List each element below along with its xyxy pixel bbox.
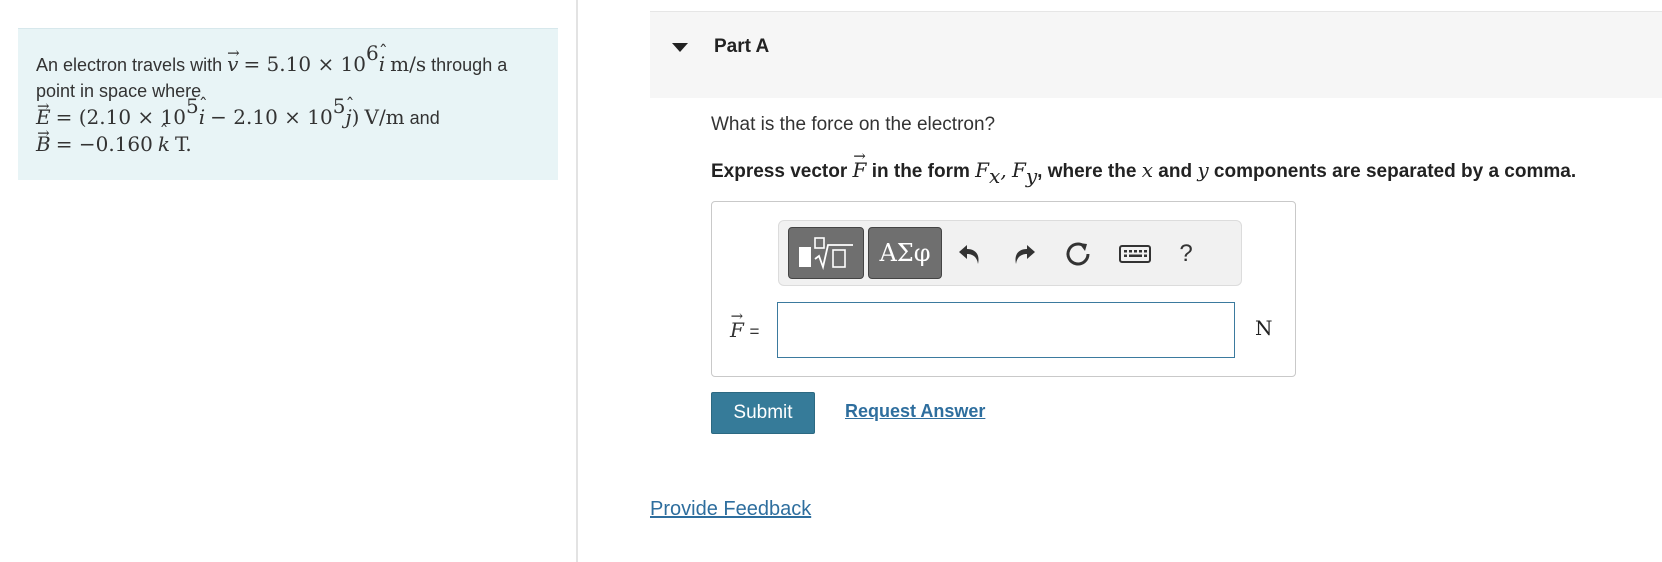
- request-answer-link[interactable]: Request Answer: [845, 401, 985, 422]
- symbols-button[interactable]: ΑΣφ: [868, 227, 942, 279]
- instruction-vector: F: [853, 147, 867, 182]
- efield-unit-vector-i: i: [199, 93, 206, 130]
- problem-text-and: and: [409, 108, 440, 128]
- bfield-unit: T.: [175, 132, 192, 156]
- help-icon[interactable]: ?: [1171, 239, 1201, 269]
- efield-unit-vector-j: j: [345, 93, 351, 130]
- bfield-value: = −0.160: [55, 132, 153, 156]
- instruction-suffix: components are separated by a comma.: [1213, 161, 1577, 182]
- problem-statement: An electron travels with v = 5.10 × 106i…: [18, 28, 558, 180]
- efield-part2: − 2.10 × 10: [210, 105, 333, 129]
- problem-text-prefix: An electron travels with: [36, 55, 223, 75]
- efield-exponent-1: 5: [186, 94, 199, 118]
- efield-exponent-2: 5: [332, 94, 346, 118]
- math-toolbar: ΑΣφ ?: [778, 220, 1242, 286]
- keyboard-icon: [1119, 245, 1151, 263]
- x-variable: x: [1141, 158, 1153, 182]
- undo-icon: [959, 245, 979, 264]
- velocity-value: = 5.10 × 10: [243, 52, 367, 76]
- answer-equals: =: [749, 322, 760, 341]
- problem-line-2: point in space where: [36, 81, 202, 101]
- problem-line-4: B = −0.160 k T.: [36, 120, 540, 158]
- fy-subscript: y: [1025, 164, 1038, 188]
- instruction-middle: in the form: [871, 161, 970, 182]
- templates-icon: [799, 237, 853, 271]
- answer-lhs: F =: [730, 307, 760, 343]
- redo-button[interactable]: [1009, 239, 1039, 269]
- fx-subscript: x: [989, 164, 1001, 188]
- instruction-where: , where the: [1037, 161, 1137, 182]
- velocity-exponent: 6: [366, 41, 379, 65]
- submit-button[interactable]: Submit: [711, 392, 815, 434]
- templates-button[interactable]: [788, 227, 864, 279]
- column-divider: [576, 0, 578, 562]
- problem-line-3: E = (2.10 × 105i − 2.10 × 105j) V/m and: [36, 93, 540, 131]
- provide-feedback-link[interactable]: Provide Feedback: [650, 498, 811, 521]
- bfield-symbol: B: [36, 120, 51, 157]
- answer-input[interactable]: [777, 302, 1235, 358]
- bfield-unit-vector: k: [158, 120, 170, 157]
- instruction-and: and: [1158, 161, 1193, 182]
- part-title: Part A: [714, 36, 770, 57]
- y-variable: y: [1197, 158, 1209, 182]
- keyboard-button[interactable]: [1117, 239, 1153, 269]
- instruction-prefix: Express vector: [711, 161, 848, 182]
- answer-unit: N: [1255, 316, 1273, 340]
- fx-symbol: F: [975, 158, 990, 182]
- instruction-text: Express vector F in the form Fx, Fy, whe…: [711, 147, 1577, 186]
- reset-icon: [1066, 242, 1090, 266]
- collapse-caret-icon[interactable]: [672, 43, 688, 52]
- velocity-unit: m/s: [390, 52, 427, 76]
- answer-vector-symbol: F: [730, 307, 744, 342]
- efield-unit: V/m: [364, 105, 405, 129]
- velocity-unit-vector: i: [379, 40, 386, 77]
- fy-symbol: F: [1011, 158, 1026, 182]
- component-comma: ,: [1000, 158, 1007, 182]
- answer-box: ΑΣφ ? → F = N: [711, 201, 1296, 377]
- undo-button[interactable]: [955, 239, 985, 269]
- velocity-symbol: v: [227, 40, 239, 77]
- redo-icon: [1015, 245, 1035, 264]
- reset-button[interactable]: [1063, 239, 1093, 269]
- problem-line-1: An electron travels with v = 5.10 × 106i…: [36, 40, 540, 78]
- part-a-header[interactable]: Part A: [650, 11, 1662, 98]
- question-text: What is the force on the electron?: [711, 114, 996, 135]
- problem-text-through: through a: [431, 55, 508, 75]
